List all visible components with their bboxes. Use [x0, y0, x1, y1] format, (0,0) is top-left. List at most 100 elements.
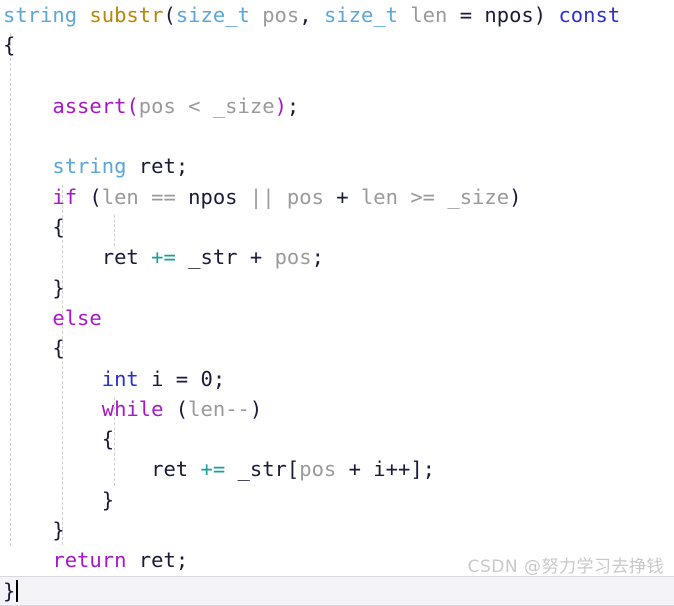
code-token: ( [126, 93, 139, 118]
code-token: len [188, 396, 226, 421]
code-token: } [101, 487, 115, 512]
code-token: ret [151, 457, 189, 482]
code-token: = [447, 3, 485, 27]
code-token: = [163, 366, 201, 391]
code-lines[interactable]: string substr(size_t pos, size_t len = n… [0, 0, 674, 606]
code-token: ret [138, 154, 176, 179]
code-token: < [188, 93, 201, 118]
code-line[interactable]: else [0, 303, 674, 333]
code-token: pos [299, 457, 337, 482]
code-token: len [101, 184, 139, 209]
code-token: ; [286, 93, 300, 118]
code-token: + [237, 245, 275, 270]
code-token: ( [163, 396, 189, 421]
code-token: ( [163, 3, 176, 27]
code-token: _str [237, 457, 287, 482]
code-line[interactable]: } [0, 575, 674, 606]
code-line[interactable]: { [0, 333, 674, 363]
code-line[interactable]: } [0, 273, 674, 303]
code-editor[interactable]: string substr(size_t pos, size_t len = n… [0, 0, 674, 606]
code-token: ) [533, 3, 559, 27]
code-token: { [3, 33, 16, 58]
code-token: pos [138, 93, 176, 118]
code-token: += [151, 245, 176, 270]
code-token: return [52, 548, 127, 573]
code-token: ) [509, 184, 522, 209]
csdn-watermark: CSDN @努力学习去挣钱 [467, 557, 664, 577]
code-token: ) [274, 93, 287, 118]
code-line[interactable]: ret += _str[pos + i++]; [0, 454, 674, 484]
code-line[interactable]: while (len--) [0, 394, 674, 424]
code-line[interactable]: { [0, 30, 674, 60]
code-token: } [3, 578, 16, 603]
code-token: ; [212, 366, 226, 391]
code-line[interactable]: { [0, 212, 674, 242]
code-token: 0 [200, 366, 213, 391]
code-token: || [249, 184, 275, 209]
code-token: ; [175, 154, 189, 179]
code-token: pos [286, 184, 324, 209]
code-token: >= [410, 184, 436, 209]
code-token: + [336, 457, 374, 482]
code-line[interactable] [0, 61, 674, 91]
code-line[interactable] [0, 121, 674, 151]
code-line[interactable]: int i = 0; [0, 364, 674, 394]
code-token: ; [175, 548, 189, 573]
code-token: ret [138, 548, 176, 573]
code-line[interactable]: ret += _str + pos; [0, 242, 674, 272]
code-token: ; [311, 245, 324, 270]
code-line[interactable]: { [0, 424, 674, 454]
code-token: len [360, 184, 398, 209]
code-line[interactable]: string ret; [0, 151, 674, 181]
code-token: assert [52, 93, 127, 118]
code-token: ++ [385, 457, 411, 482]
code-token: { [52, 336, 65, 361]
code-token: npos [484, 3, 534, 27]
code-token: { [101, 427, 115, 452]
code-token: [ [286, 457, 300, 482]
code-token: string [52, 154, 127, 179]
code-token: ; [422, 457, 436, 482]
code-token: size_t [323, 3, 398, 27]
code-token: _str [188, 245, 238, 270]
code-token: i [373, 457, 386, 482]
code-token: ) [249, 396, 263, 421]
code-token: + [323, 184, 361, 209]
code-token: == [151, 184, 176, 209]
code-line[interactable]: } [0, 515, 674, 545]
code-token: else [52, 305, 102, 330]
code-line[interactable]: assert(pos < _size); [0, 91, 674, 121]
code-token: int [101, 366, 139, 391]
code-line[interactable]: } [0, 485, 674, 515]
code-line[interactable]: if (len == npos || pos + len >= _size) [0, 182, 674, 212]
code-token: pos [274, 245, 312, 270]
code-token: } [52, 275, 65, 300]
code-line[interactable]: string substr(size_t pos, size_t len = n… [0, 0, 674, 30]
code-token: npos [188, 184, 238, 209]
code-token: string [3, 3, 78, 27]
